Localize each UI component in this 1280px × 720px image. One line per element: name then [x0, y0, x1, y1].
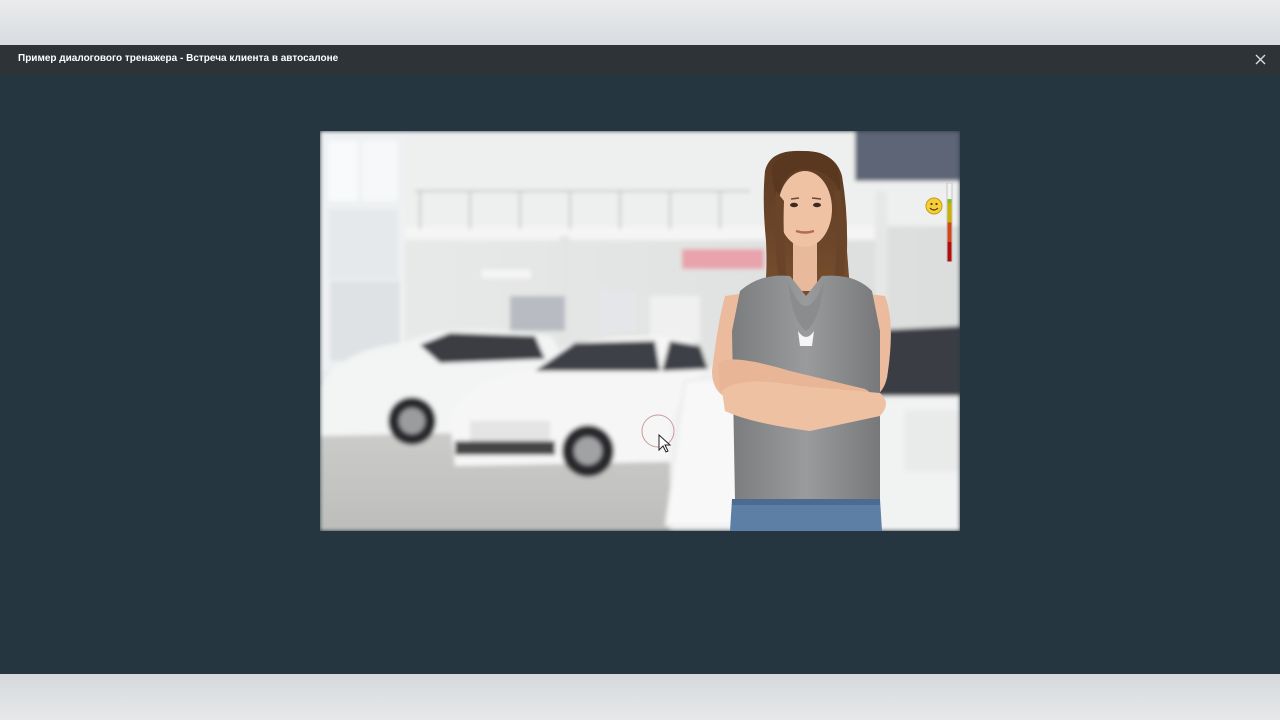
mood-meter-empty [947, 183, 952, 200]
page-background-top [0, 0, 1280, 45]
modal-header: Пример диалогового тренажера - Встреча к… [0, 45, 1280, 75]
mood-meter-segment [947, 242, 952, 262]
close-button[interactable] [1250, 51, 1270, 69]
smiley-face-icon [925, 197, 943, 215]
close-icon [1255, 54, 1266, 65]
mood-meter [925, 182, 957, 263]
simulator-scene[interactable] [320, 131, 960, 531]
page-background-bottom [0, 674, 1280, 720]
mood-meter-segment [947, 222, 952, 242]
mood-meter-fill [947, 183, 952, 262]
modal-title: Пример диалогового тренажера - Встреча к… [18, 53, 339, 64]
mood-meter-segment [947, 203, 952, 223]
